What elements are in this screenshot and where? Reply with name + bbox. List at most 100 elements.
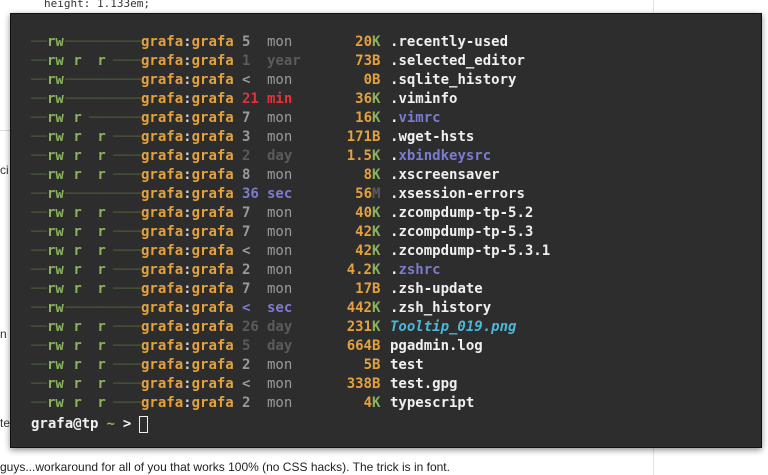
file-owner: grafa:grafa bbox=[141, 262, 234, 278]
file-owner: grafa:grafa bbox=[141, 205, 234, 221]
file-size-unit: B bbox=[372, 281, 381, 297]
file-name[interactable]: .zshrc bbox=[390, 261, 650, 280]
file-name[interactable]: test.gpg bbox=[390, 375, 650, 394]
file-age-unit: mon bbox=[267, 281, 293, 297]
file-owner: grafa:grafa bbox=[141, 110, 234, 126]
file-size-unit: K bbox=[372, 395, 381, 411]
file-name[interactable]: .zcompdump-tp-5.2 bbox=[390, 204, 650, 223]
file-age-number: 2 bbox=[242, 148, 251, 164]
file-age-unit: mon bbox=[267, 72, 293, 88]
file-permissions: ───rw r r───── bbox=[31, 338, 141, 354]
file-owner: grafa:grafa bbox=[141, 34, 234, 50]
file-name[interactable]: .xbindkeysrc bbox=[390, 147, 650, 166]
file-age-unit: day bbox=[267, 319, 293, 335]
file-row: ───rw r r─────grafa:grafa 2 mon 4Ktypescrip… bbox=[31, 394, 650, 413]
file-owner: grafa:grafa bbox=[141, 224, 234, 240]
terminal-window[interactable]: ───rw─────────────grafa:grafa5mon20K.rec… bbox=[10, 13, 762, 448]
file-age-number: < bbox=[242, 72, 251, 88]
file-size-unit: B bbox=[372, 53, 381, 69]
file-age-number: < bbox=[242, 300, 251, 316]
file-age-unit: mon bbox=[267, 357, 293, 373]
file-name[interactable]: .recently-used bbox=[390, 33, 650, 52]
file-name[interactable]: .vimrc bbox=[390, 109, 650, 128]
file-age-number: 5 bbox=[242, 338, 251, 354]
shell-prompt[interactable]: grafa@tp ~ > bbox=[31, 414, 149, 434]
file-row: ───rw─────────────grafa:grafa 5 mon 20K .rec… bbox=[31, 33, 650, 52]
file-age-number: 7 bbox=[242, 224, 251, 240]
file-name[interactable]: .xsession-errors bbox=[390, 185, 650, 204]
file-age-number: 5 bbox=[242, 34, 251, 50]
file-age-number: 3 bbox=[242, 129, 251, 145]
file-name[interactable]: .zsh-update bbox=[390, 280, 650, 299]
file-permissions: ───rw r r───── bbox=[31, 376, 141, 392]
file-row: ───rw r r─────grafa:grafa 1 year 73B .select… bbox=[31, 52, 650, 71]
file-row: ───rw r─────────grafa:grafa 7 mon 16K .vimrc bbox=[31, 109, 650, 128]
file-size-unit: K bbox=[372, 300, 381, 316]
file-row: ───rw r r─────grafa:grafa 26 day 231K Toolti… bbox=[31, 318, 650, 337]
file-size: 5 bbox=[363, 357, 372, 373]
file-age-number: 7 bbox=[242, 110, 251, 126]
file-permissions: ───rw───────────── bbox=[31, 91, 141, 107]
file-row: ───rw r r─────grafa:grafa < mon 42K .zcompdu… bbox=[31, 242, 650, 261]
file-row: ───rw r r─────grafa:grafa < mon 338Btest.gp… bbox=[31, 375, 650, 394]
file-row: ───rw r r─────grafa:grafa8mon8K.xscreens… bbox=[31, 166, 650, 185]
file-listing: ───rw─────────────grafa:grafa5mon20K.rec… bbox=[31, 33, 650, 413]
file-name[interactable]: .wget-hsts bbox=[390, 128, 650, 147]
file-age-unit: min bbox=[267, 91, 293, 107]
file-name[interactable]: .viminfo bbox=[390, 90, 650, 109]
file-size: 42 bbox=[355, 243, 372, 259]
file-name[interactable]: .zcompdump-tp-5.3 bbox=[390, 223, 650, 242]
file-owner: grafa:grafa bbox=[141, 72, 234, 88]
file-size: 20 bbox=[355, 34, 372, 50]
file-age-unit: mon bbox=[267, 376, 293, 392]
file-size: 442 bbox=[346, 300, 372, 316]
file-age-number: < bbox=[242, 376, 251, 392]
file-permissions: ───rw r r───── bbox=[31, 224, 141, 240]
file-name[interactable]: test bbox=[390, 356, 650, 375]
file-size-unit: B bbox=[372, 72, 381, 88]
file-size: 8 bbox=[363, 167, 372, 183]
file-permissions: ───rw r r───── bbox=[31, 167, 141, 183]
file-owner: grafa:grafa bbox=[141, 243, 234, 259]
file-row: ───rw─────────────grafa:grafa 36 sec 56M .xs… bbox=[31, 185, 650, 204]
file-row: ───rw r r─────grafa:grafa 2 mon 5Btest bbox=[31, 356, 650, 375]
file-name[interactable]: Tooltip_019.png bbox=[390, 318, 650, 337]
background-comment-text: guys...workaround for all of you that wo… bbox=[0, 460, 450, 474]
file-age-number: 1 bbox=[242, 53, 251, 69]
file-name[interactable]: .sqlite_history bbox=[390, 71, 650, 90]
file-permissions: ───rw r r───── bbox=[31, 281, 141, 297]
file-size: 4.2 bbox=[346, 262, 372, 278]
file-age-unit: year bbox=[267, 53, 301, 69]
file-owner: grafa:grafa bbox=[141, 395, 234, 411]
file-size: 56 bbox=[355, 186, 372, 202]
file-age-number: 2 bbox=[242, 262, 251, 278]
file-size: 36 bbox=[355, 91, 372, 107]
file-size: 0 bbox=[363, 72, 372, 88]
background-divider bbox=[0, 130, 10, 131]
file-size: 338 bbox=[346, 376, 372, 392]
file-row: ───rw r r─────grafa:grafa 7 mon 42K .zcompdu… bbox=[31, 223, 650, 242]
file-age-unit: mon bbox=[267, 243, 293, 259]
file-size-unit: K bbox=[372, 205, 381, 221]
file-permissions: ───rw───────────── bbox=[31, 34, 141, 50]
file-age-number: 26 bbox=[242, 319, 259, 335]
file-name[interactable]: .zsh_history bbox=[390, 299, 650, 318]
file-size: 42 bbox=[355, 224, 372, 240]
file-size-unit: B bbox=[372, 338, 381, 354]
file-name[interactable]: .xscreensaver bbox=[390, 166, 650, 185]
file-owner: grafa:grafa bbox=[141, 91, 234, 107]
file-name[interactable]: pgadmin.log bbox=[390, 337, 650, 356]
file-size: 664 bbox=[346, 338, 372, 354]
file-name[interactable]: .zcompdump-tp-5.3.1 bbox=[390, 242, 650, 261]
file-size-unit: K bbox=[372, 319, 381, 335]
file-size-unit: K bbox=[372, 148, 381, 164]
file-size: 171 bbox=[346, 129, 372, 145]
prompt-path: ~ bbox=[106, 416, 115, 432]
file-size: 1.5 bbox=[346, 148, 372, 164]
file-row: ───rw r r─────grafa:grafa 2 day 1.5K .xbindk… bbox=[31, 147, 650, 166]
file-permissions: ───rw───────────── bbox=[31, 186, 141, 202]
file-name[interactable]: .selected_editor bbox=[390, 52, 650, 71]
file-name[interactable]: typescript bbox=[390, 394, 650, 413]
file-age-number: 7 bbox=[242, 281, 251, 297]
file-permissions: ───rw r r───── bbox=[31, 148, 141, 164]
